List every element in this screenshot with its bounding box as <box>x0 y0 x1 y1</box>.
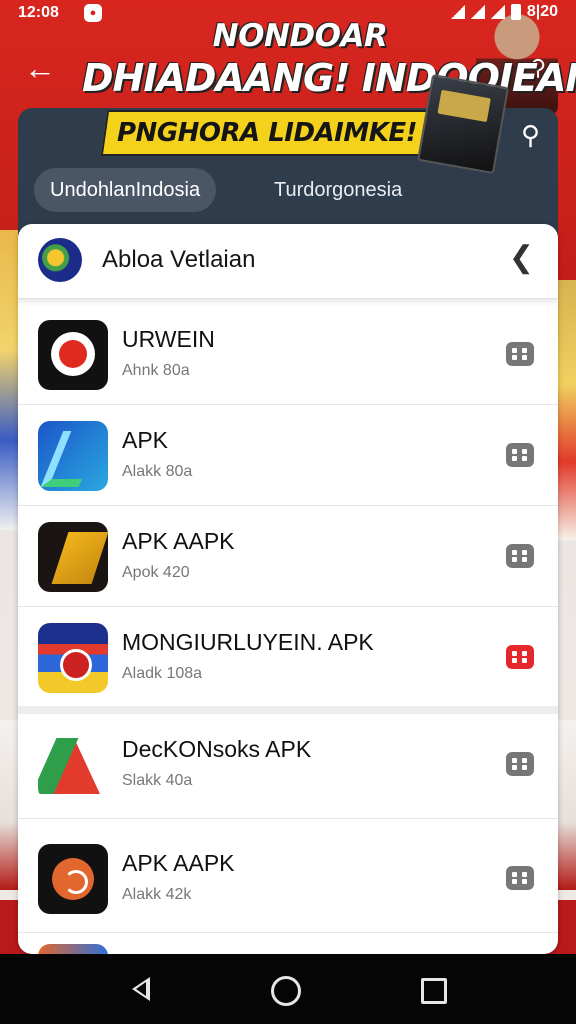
status-time: 12:08 <box>18 4 59 21</box>
green-red-a-app-icon <box>38 730 108 800</box>
app-name: DecKONsoks APK <box>122 736 312 762</box>
notification-icon: ● <box>84 4 102 22</box>
nav-recents-icon[interactable] <box>421 978 447 1004</box>
status-icons: 8|20 <box>450 3 558 21</box>
signal-icon-2 <box>490 5 505 19</box>
red-circle-app-icon <box>38 320 108 390</box>
app-name: APK AAPK <box>122 850 235 876</box>
gold-app-icon <box>38 522 108 592</box>
list-item[interactable]: MONGIURLUYEIN. APK Aladk 108a <box>18 607 558 708</box>
product-box-image <box>416 73 510 175</box>
download-icon[interactable] <box>506 443 534 467</box>
download-icon[interactable] <box>506 752 534 776</box>
orange-circle-app-icon <box>38 844 108 914</box>
list-item-partial[interactable] <box>18 940 558 954</box>
download-icon[interactable] <box>506 866 534 890</box>
list-item[interactable]: APK AAPK Alakk 42k <box>18 828 558 933</box>
list-header: Abloa Vetlaian ❮ <box>18 224 558 299</box>
download-icon-active[interactable] <box>506 645 534 669</box>
list-header-title: Abloa Vetlaian <box>102 246 256 273</box>
app-subtitle: Ahnk 80a <box>122 362 190 379</box>
nav-home-icon[interactable] <box>271 976 301 1006</box>
banner-headline-3-text: PNGHORA LIDAIMKE! <box>117 118 417 148</box>
back-arrow-icon[interactable]: ← <box>24 52 56 84</box>
section-divider <box>18 706 558 714</box>
nav-back-icon[interactable] <box>126 972 160 1006</box>
partial-app-icon <box>38 944 108 954</box>
app-subtitle: Aladk 108a <box>122 665 203 682</box>
app-name: APK <box>122 427 169 453</box>
colorful-media-app-icon <box>38 623 108 693</box>
wifi-icon <box>450 5 465 19</box>
panel-search-icon[interactable]: ⚲ <box>521 120 540 151</box>
list-item[interactable]: APK AAPK Apok 420 <box>18 506 558 607</box>
app-name: MONGIURLUYEIN. APK <box>122 629 374 655</box>
app-subtitle: Apok 420 <box>122 564 190 581</box>
signal-icon <box>470 5 485 19</box>
battery-icon <box>510 4 521 20</box>
app-subtitle: Alakk 80a <box>122 463 193 480</box>
download-icon[interactable] <box>506 544 534 568</box>
collapse-chevron-icon[interactable]: ❮ <box>509 242 534 274</box>
battery-text: 8|20 <box>526 3 558 20</box>
tab-turdorgonesia[interactable]: Turdorgonesia <box>258 168 418 212</box>
list-item[interactable]: DecKONsoks APK Slakk 40a <box>18 714 558 819</box>
list-item[interactable]: APK Alakk 80a <box>18 405 558 506</box>
tab-undohlan-indosia[interactable]: UndohlanIndosia <box>34 168 217 212</box>
banner-headline-3: PNGHORA LIDAIMKE! <box>100 110 434 156</box>
list-item[interactable]: URWEIN Ahnk 80a <box>18 304 558 405</box>
download-icon[interactable] <box>506 342 534 366</box>
blue-a-app-icon <box>38 421 108 491</box>
header-logo-icon <box>38 238 82 282</box>
app-subtitle: Alakk 42k <box>122 886 192 903</box>
banner-headline-1: NONDOAR <box>212 18 388 54</box>
app-subtitle: Slakk 40a <box>122 772 193 789</box>
app-name: URWEIN <box>122 326 215 352</box>
navigation-bar <box>0 954 576 1024</box>
app-list-sheet: Abloa Vetlaian ❮ URWEIN Ahnk 80a APK Ala… <box>18 224 558 954</box>
app-name: APK AAPK <box>122 528 235 554</box>
